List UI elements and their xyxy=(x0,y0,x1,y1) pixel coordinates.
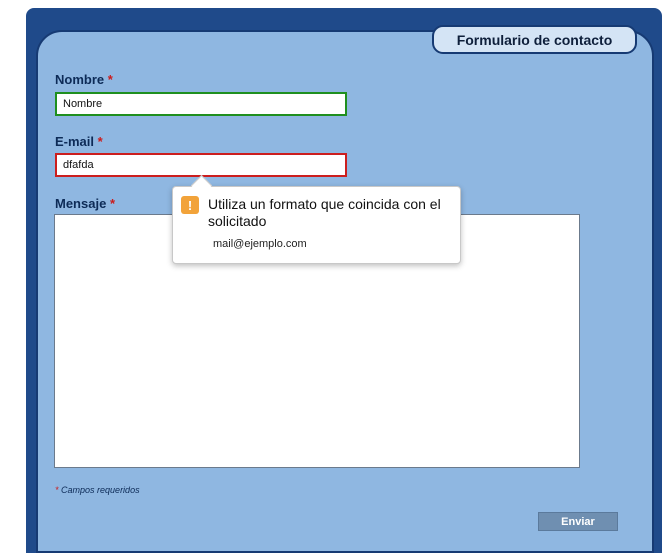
required-note-text: Campos requeridos xyxy=(61,485,140,495)
message-label-text: Mensaje xyxy=(55,196,107,211)
name-required-mark: * xyxy=(107,72,113,87)
name-label: Nombre * xyxy=(55,72,113,87)
tooltip-message: Utiliza un formato que coincida con el s… xyxy=(208,196,441,229)
message-required-mark: * xyxy=(109,196,115,211)
form-title: Formulario de contacto xyxy=(432,25,637,54)
warning-icon: ! xyxy=(181,196,199,214)
submit-button-label: Enviar xyxy=(561,515,595,528)
submit-button[interactable]: Enviar xyxy=(538,512,618,531)
email-label-text: E-mail xyxy=(55,134,95,149)
email-label: E-mail * xyxy=(55,134,103,149)
warning-icon-glyph: ! xyxy=(187,197,193,213)
tooltip-hint: mail@ejemplo.com xyxy=(213,238,307,250)
email-input[interactable] xyxy=(55,153,347,177)
required-note-mark: * xyxy=(55,485,59,495)
name-input[interactable] xyxy=(55,92,347,116)
form-title-text: Formulario de contacto xyxy=(456,31,613,48)
message-label: Mensaje * xyxy=(55,196,115,211)
name-label-text: Nombre xyxy=(55,72,105,87)
email-required-mark: * xyxy=(97,134,103,149)
required-note: * Campos requeridos xyxy=(55,485,140,495)
